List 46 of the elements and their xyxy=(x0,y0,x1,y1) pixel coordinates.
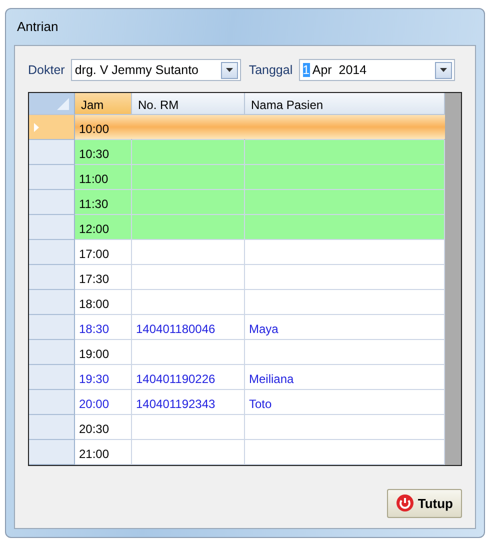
table-cell: 10:30 xyxy=(75,140,132,165)
column-header[interactable]: Nama Pasien xyxy=(245,93,445,115)
window-title: Antrian xyxy=(17,18,58,36)
close-button[interactable]: Tutup xyxy=(386,488,462,518)
table-cell: 11:00 xyxy=(75,165,132,190)
table-cell: 21:00 xyxy=(75,440,132,465)
table-cell: 20:00 xyxy=(75,390,132,415)
date-picker[interactable]: 1 Apr 2014 xyxy=(298,59,455,81)
table-cell: 20:30 xyxy=(75,415,132,440)
date-label: Tanggal xyxy=(248,62,293,79)
table-cell: 12:00 xyxy=(75,215,132,240)
row-header[interactable] xyxy=(29,240,75,265)
table-cell: 17:30 xyxy=(75,265,132,290)
row-header[interactable] xyxy=(29,390,75,415)
table-cell: 19:30 xyxy=(75,365,132,390)
row-header[interactable] xyxy=(29,315,75,340)
corner-triangle-icon xyxy=(57,98,69,110)
row-header[interactable] xyxy=(29,140,75,165)
table-cell: 18:00 xyxy=(75,290,132,315)
table-cell: Meiliana xyxy=(245,365,445,390)
table-cell: 140401180046 xyxy=(132,315,245,340)
row-header[interactable] xyxy=(29,440,75,465)
table-cell: Maya xyxy=(245,315,445,340)
table-cell: 10:00 xyxy=(75,115,132,140)
row-header[interactable] xyxy=(29,265,75,290)
row-header[interactable] xyxy=(29,365,75,390)
table-cell: 140401190226 xyxy=(132,365,245,390)
table-cell: 11:30 xyxy=(75,190,132,215)
table-cell: 18:30 xyxy=(75,315,132,340)
column-header[interactable]: Jam xyxy=(75,93,132,115)
table-cell: 19:00 xyxy=(75,340,132,365)
row-header[interactable] xyxy=(29,415,75,440)
doctor-label: Dokter xyxy=(28,62,65,79)
power-icon xyxy=(396,494,414,512)
row-header[interactable] xyxy=(29,340,75,365)
doctor-dropdown[interactable]: drg. V Jemmy Sutanto xyxy=(70,59,241,81)
row-header[interactable] xyxy=(29,290,75,315)
row-pointer-icon xyxy=(34,122,39,132)
row-header[interactable] xyxy=(29,215,75,240)
row-header[interactable] xyxy=(29,165,75,190)
row-header[interactable] xyxy=(29,190,75,215)
table-cell: 17:00 xyxy=(75,240,132,265)
column-header[interactable]: No. RM xyxy=(132,93,245,115)
table-cell: 140401192343 xyxy=(132,390,245,415)
row-header[interactable] xyxy=(29,115,75,140)
table-cell: Toto xyxy=(245,390,445,415)
